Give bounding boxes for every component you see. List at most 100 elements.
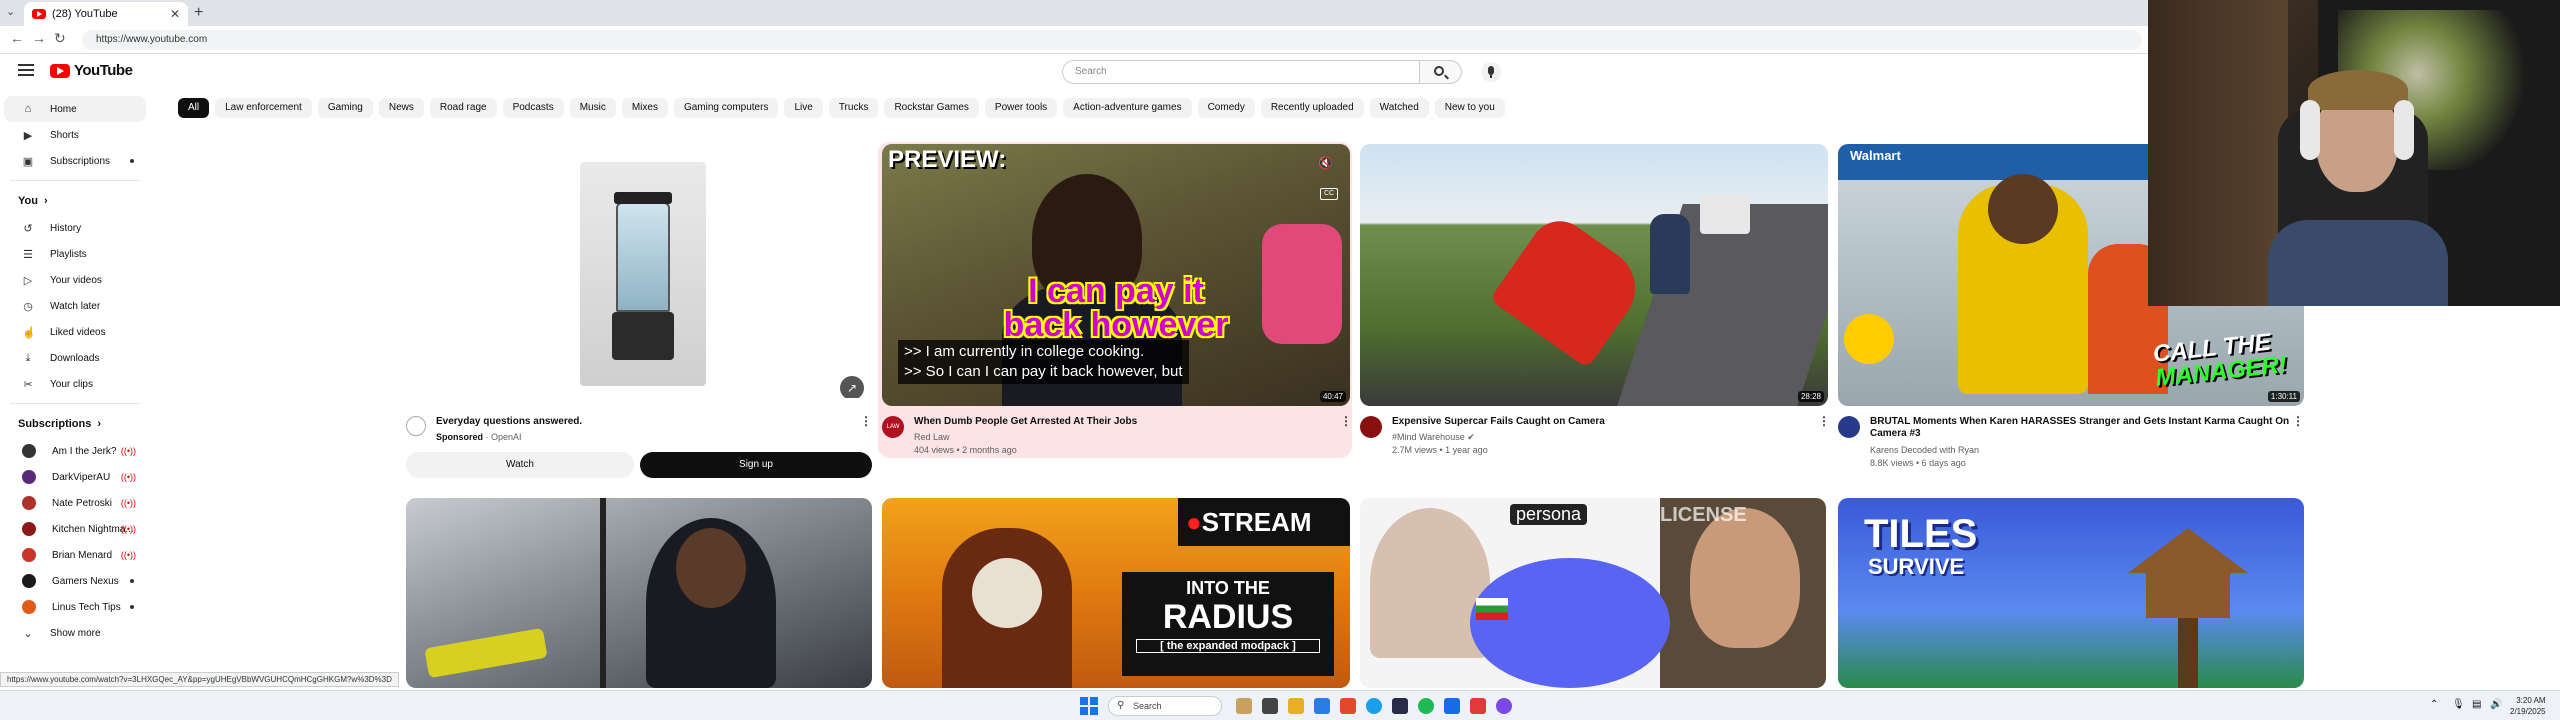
close-tab-icon[interactable]: ✕ [170, 7, 180, 21]
filter-chip[interactable]: Podcasts [502, 98, 564, 118]
channel-name[interactable]: Karens Decoded with Ryan [1870, 445, 1979, 456]
filter-chip[interactable]: Power tools [984, 98, 1058, 118]
video-thumbnail[interactable]: TILES SURVIVE [1838, 498, 2304, 688]
sidebar-item[interactable]: ▷ Your videos [4, 267, 146, 293]
sidebar-item[interactable]: ☰ Playlists [4, 241, 146, 267]
channel-avatar[interactable] [1360, 416, 1382, 438]
edge-icon[interactable] [1314, 698, 1330, 714]
reload-icon[interactable]: ↻ [54, 30, 66, 47]
video-title[interactable]: BRUTAL Moments When Karen HARASSES Stran… [1870, 416, 2290, 440]
channel-name-row[interactable]: #Mind Warehouse ✔ [1392, 432, 1475, 443]
filter-chip[interactable]: Comedy [1197, 98, 1255, 118]
tab-list-chevron-icon[interactable]: ⌄ [6, 5, 15, 18]
sidebar-subscription[interactable]: Brian Menard ((•)) [4, 542, 146, 568]
hamburger-menu-icon[interactable] [18, 64, 34, 76]
taskbar-search-box[interactable]: ⚲ Search [1108, 696, 1222, 716]
sidebar-item[interactable]: ⌂ Home [4, 96, 146, 122]
taskbar-clock[interactable]: 3:20 AM 2/19/2025 [2510, 695, 2546, 717]
sidebar-subscription[interactable]: Kitchen Nightma... ((•)) [4, 516, 146, 542]
spotify-icon[interactable] [1418, 698, 1434, 714]
taskbar-app-icon[interactable] [1444, 698, 1460, 714]
filter-chip[interactable]: Road rage [429, 98, 497, 118]
filter-chip[interactable]: Gaming computers [673, 98, 779, 118]
taskbar-app-icon[interactable] [1470, 698, 1486, 714]
video-thumbnail[interactable]: 28:28 [1360, 144, 1828, 406]
ad-advertiser: OpenAI [491, 432, 522, 442]
sidebar-subscription[interactable]: Gamers Nexus [4, 568, 146, 594]
network-icon[interactable]: ▤ [2472, 699, 2481, 710]
video-more-icon[interactable]: ⋮ [1340, 414, 1352, 428]
video-thumbnail[interactable]: PREVIEW: I can pay it back however >> I … [882, 144, 1350, 406]
filter-chip[interactable]: Law enforcement [215, 98, 312, 118]
live-icon: ((•)) [120, 498, 136, 508]
taskbar-app-icon[interactable] [1496, 698, 1512, 714]
mic-tray-icon[interactable]: 🎙 [2452, 699, 2465, 710]
filter-chip[interactable]: Live [784, 98, 823, 118]
sidebar-item[interactable]: ✂ Your clips [4, 371, 146, 397]
channel-name[interactable]: Red Law [914, 432, 950, 443]
video-thumbnail[interactable]: ●STREAM INTO THE RADIUS [ the expanded m… [882, 498, 1350, 688]
video-title[interactable]: When Dumb People Get Arrested At Their J… [914, 416, 1334, 428]
sidebar-item[interactable]: ↺ History [4, 215, 146, 241]
filter-chip[interactable]: Trucks [828, 98, 879, 118]
video-thumbnail[interactable]: persona LICENSE [1360, 498, 1826, 688]
filter-chip[interactable]: Music [569, 98, 616, 118]
voice-search-mic-icon[interactable] [1481, 62, 1501, 82]
captions-icon[interactable]: CC [1320, 188, 1338, 200]
sidebar-item[interactable]: ▶ Shorts [4, 122, 146, 148]
volume-icon[interactable]: 🔊 [2490, 699, 2502, 710]
search-button[interactable] [1420, 60, 1462, 84]
taskbar-app-icon[interactable] [1340, 698, 1356, 714]
channel-avatar[interactable] [1838, 416, 1860, 438]
sidebar-item[interactable]: ☝ Liked videos [4, 319, 146, 345]
start-button-icon[interactable] [1080, 697, 1098, 715]
filter-chip[interactable]: Recently uploaded [1260, 98, 1364, 118]
file-explorer-icon[interactable] [1288, 698, 1304, 714]
chrome-icon[interactable] [1366, 698, 1382, 714]
taskbar-app-icon[interactable] [1262, 698, 1278, 714]
filter-chip[interactable]: News [378, 98, 424, 118]
sidebar-you-heading[interactable]: You › [0, 187, 150, 215]
ad-watch-button[interactable]: Watch [406, 452, 634, 478]
filter-chip[interactable]: Action-adventure games [1063, 98, 1192, 118]
taskbar-app-icon[interactable] [1392, 698, 1408, 714]
video-more-icon[interactable]: ⋮ [1818, 414, 1830, 428]
taskbar-app-icon[interactable] [1236, 698, 1252, 714]
ad-thumbnail[interactable]: ↗ [404, 144, 872, 398]
ad-title[interactable]: Everyday questions answered. [436, 416, 582, 428]
channel-avatar[interactable]: LAW [882, 416, 904, 438]
expand-icon[interactable]: ↗ [840, 376, 864, 398]
video-thumbnail[interactable] [406, 498, 872, 688]
url-field[interactable]: https://www.youtube.com [82, 30, 2142, 50]
sidebar-item[interactable]: ⤓ Downloads [4, 345, 146, 371]
mute-icon[interactable]: 🔇 [1318, 156, 1333, 170]
filter-chip[interactable]: Mixes [621, 98, 668, 118]
sidebar-show-more[interactable]: ⌄ Show more [4, 620, 146, 646]
filter-chip[interactable]: Rockstar Games [884, 98, 979, 118]
filter-chip[interactable]: All [178, 98, 210, 118]
filter-chip[interactable]: Gaming [317, 98, 373, 118]
forward-icon[interactable]: → [32, 30, 46, 46]
subscription-label: DarkViperAU [52, 471, 111, 483]
ad-signup-button[interactable]: Sign up [640, 452, 872, 478]
search-input[interactable]: Search [1062, 60, 1420, 84]
tray-chevron-icon[interactable]: ⌃ [2430, 699, 2438, 710]
sidebar-item[interactable]: ▣ Subscriptions [4, 148, 146, 174]
filter-chip-bar: All Law enforcement Gaming News Road rage Pod… [178, 98, 1505, 118]
back-icon[interactable]: ← [10, 30, 24, 46]
logo-text: YouTube [74, 62, 133, 79]
browser-tab[interactable]: (28) YouTube ✕ [24, 2, 188, 26]
ad-more-icon[interactable]: ⋮ [860, 414, 872, 428]
video-title[interactable]: Expensive Supercar Fails Caught on Camer… [1392, 416, 1812, 428]
sidebar-subscriptions-heading[interactable]: Subscriptions › [0, 410, 150, 438]
new-tab-icon[interactable]: + [194, 4, 203, 22]
filter-chip[interactable]: Watched [1369, 98, 1429, 118]
video-more-icon[interactable]: ⋮ [2292, 414, 2304, 428]
sidebar-subscription[interactable]: DarkViperAU ((•)) [4, 464, 146, 490]
sidebar-subscription[interactable]: Nate Petroski ((•)) [4, 490, 146, 516]
sidebar-subscription[interactable]: Am I the Jerk? ((•)) [4, 438, 146, 464]
sidebar-subscription[interactable]: Linus Tech Tips [4, 594, 146, 620]
youtube-logo[interactable]: YouTube [50, 62, 133, 79]
sidebar-item[interactable]: ◷ Watch later [4, 293, 146, 319]
filter-chip[interactable]: New to you [1434, 98, 1505, 118]
